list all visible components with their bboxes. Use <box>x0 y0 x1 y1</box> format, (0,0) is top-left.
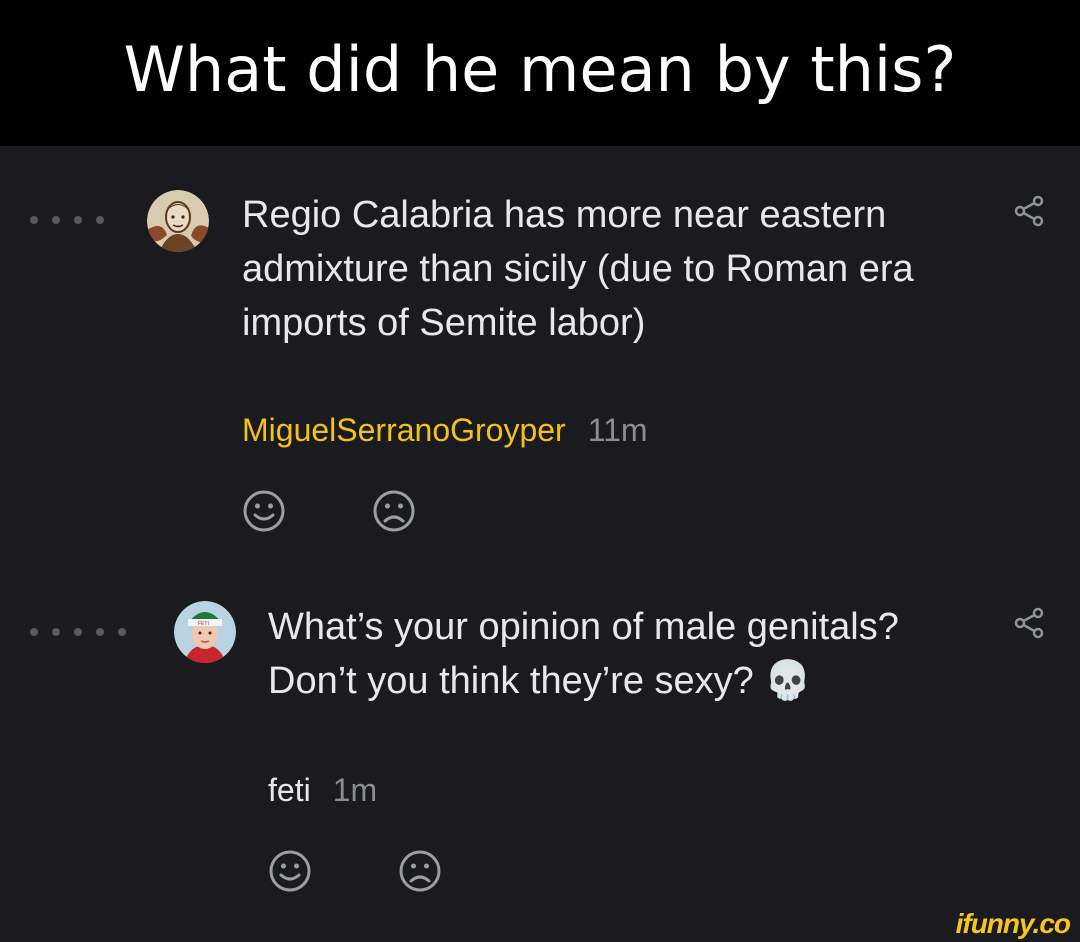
svg-text:FETI: FETI <box>198 621 209 627</box>
comment-text: What’s your opinion of male genitals? Do… <box>268 606 899 702</box>
avatar[interactable]: FETI <box>174 601 236 663</box>
meme-page: What did he mean by this? Regio Calabria… <box>0 0 1080 942</box>
timestamp: 1m <box>332 772 378 808</box>
sepia-portrait-avatar-icon <box>147 190 209 252</box>
comment-1: Regio Calabria has more near eastern adm… <box>0 146 1080 566</box>
comment-meta: feti 1m <box>268 772 377 809</box>
smile-icon[interactable] <box>242 489 286 533</box>
thread-depth-indicator <box>30 216 104 224</box>
username[interactable]: feti <box>268 772 311 808</box>
username[interactable]: MiguelSerranoGroyper <box>242 412 566 448</box>
comment-meta: MiguelSerranoGroyper 11m <box>242 412 648 449</box>
frown-icon[interactable] <box>398 849 442 893</box>
frown-icon[interactable] <box>372 489 416 533</box>
timestamp: 11m <box>587 412 648 448</box>
comment-2: FETI What’s your opinion of male genital… <box>0 566 1080 942</box>
share-icon[interactable] <box>1012 194 1046 228</box>
caption-bar: What did he mean by this? <box>0 0 1080 146</box>
avatar[interactable] <box>147 190 209 252</box>
person-in-santa-hat-avatar-icon: FETI <box>174 601 236 663</box>
smile-icon[interactable] <box>268 849 312 893</box>
caption-title: What did he mean by this? <box>123 32 957 106</box>
ifunny-watermark: ifunny.co <box>955 908 1071 939</box>
comment-text: Regio Calabria has more near eastern adm… <box>242 194 914 344</box>
share-icon[interactable] <box>1012 606 1046 640</box>
thread-depth-indicator <box>30 628 126 636</box>
